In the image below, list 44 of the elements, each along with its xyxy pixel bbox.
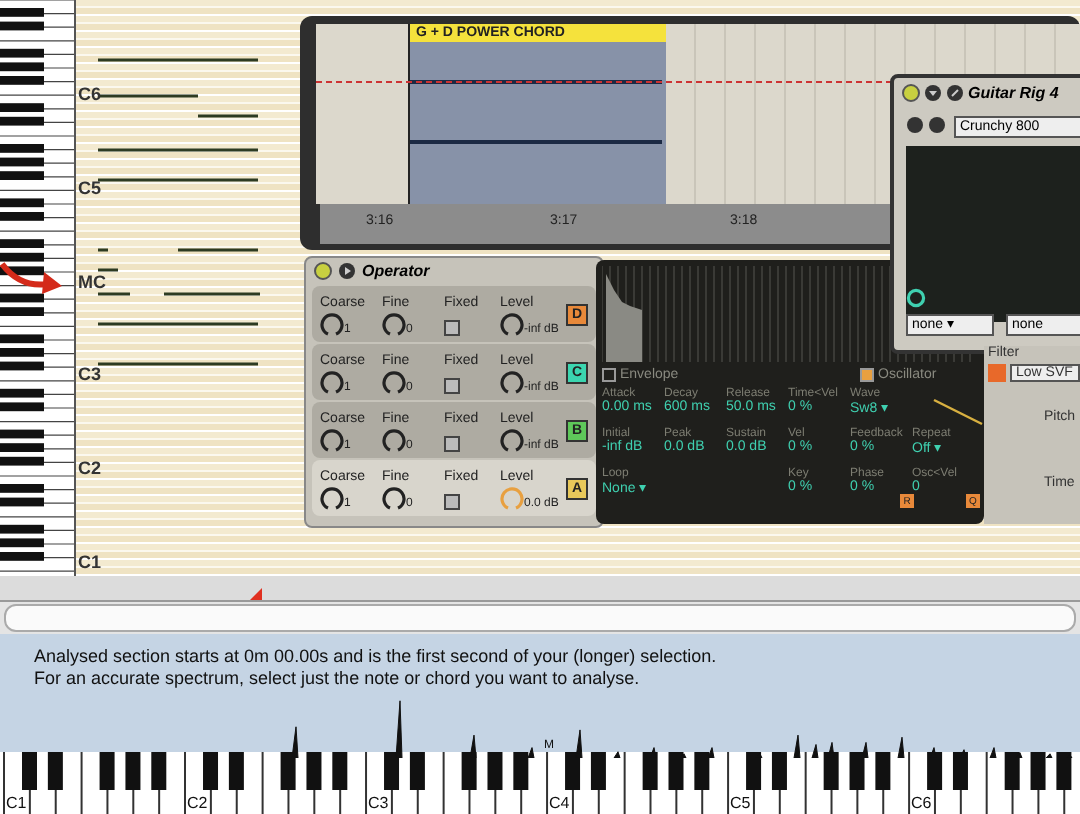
plugin-title: Guitar Rig 4 xyxy=(968,84,1059,102)
knob-icon[interactable] xyxy=(500,311,524,335)
octave-label: MC xyxy=(78,271,106,292)
info-text: Analysed section starts at 0m 00.00s and is the first second of your (longer) selection. xyxy=(34,646,719,668)
key-label: C1 xyxy=(6,794,27,812)
knob-icon[interactable] xyxy=(500,427,524,451)
key-label: C5 xyxy=(730,794,751,812)
info-text: For an accurate spectrum, select just the note or chord you want to analyse. xyxy=(34,668,642,690)
octave-label: C5 xyxy=(78,177,102,198)
knob-icon[interactable] xyxy=(500,369,524,393)
playhead-icon xyxy=(250,588,262,600)
fixed-checkbox[interactable] xyxy=(444,493,460,509)
checkbox[interactable] xyxy=(860,368,874,382)
octave-label: C6 xyxy=(78,84,102,104)
fixed-checkbox[interactable] xyxy=(444,435,460,451)
knob-icon[interactable] xyxy=(382,427,406,451)
ring-icon xyxy=(906,288,926,308)
knob-icon[interactable] xyxy=(320,427,344,451)
knob-icon[interactable] xyxy=(382,369,406,393)
wave-icon xyxy=(932,398,984,426)
play-icon[interactable] xyxy=(338,262,356,280)
knob-icon[interactable] xyxy=(382,485,406,509)
knob-icon[interactable] xyxy=(320,485,344,509)
key-label: C4 xyxy=(549,794,570,812)
power-icon[interactable] xyxy=(314,262,332,280)
octave-label: C3 xyxy=(78,364,102,385)
fixed-checkbox[interactable] xyxy=(444,319,460,335)
caret-icon[interactable] xyxy=(924,84,942,102)
key-label: C3 xyxy=(368,794,389,812)
key-label: C2 xyxy=(187,794,208,812)
filter-color-swatch[interactable] xyxy=(988,364,1006,382)
knob-icon[interactable] xyxy=(320,369,344,393)
octave-label: C1 xyxy=(78,552,102,572)
key-label: C6 xyxy=(911,794,932,812)
power-icon[interactable] xyxy=(902,84,920,102)
octave-label: C2 xyxy=(78,458,102,479)
knob-icon[interactable] xyxy=(382,311,406,335)
fixed-checkbox[interactable] xyxy=(444,377,460,393)
scrollbar[interactable] xyxy=(4,604,1076,632)
wrench-icon[interactable] xyxy=(946,84,964,102)
arrow-icon xyxy=(0,260,64,296)
device-title: Operator xyxy=(362,262,430,280)
knob-icon[interactable] xyxy=(320,311,344,335)
checkbox[interactable] xyxy=(602,368,616,382)
